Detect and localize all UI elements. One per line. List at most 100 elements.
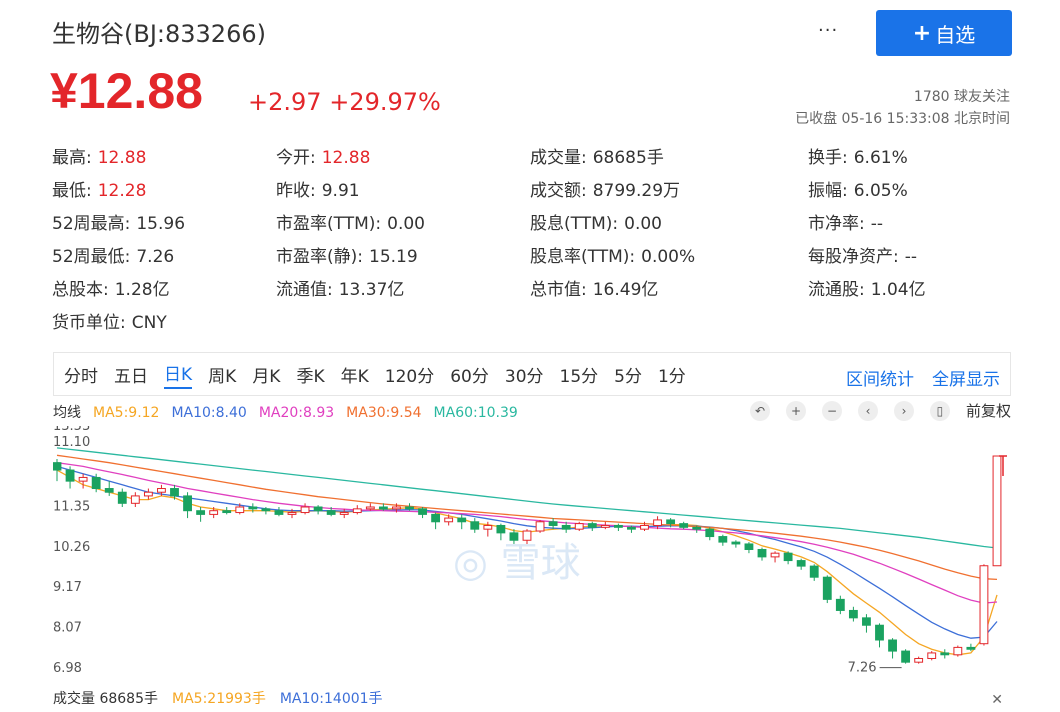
candle-body <box>862 617 871 626</box>
candle-body <box>326 510 336 515</box>
candle-body <box>744 543 754 550</box>
tab-period[interactable]: 15分 <box>560 362 599 387</box>
ma-legend-item: MA20:8.93 <box>258 405 335 421</box>
ma-legend-item: MA30:9.54 <box>346 405 422 421</box>
right-icon[interactable]: › <box>893 400 914 421</box>
quote-value: 12.28 <box>97 181 147 201</box>
quote-label: 换手: <box>808 148 848 168</box>
chart-tool-link[interactable]: 全屏显示 <box>932 365 1000 390</box>
ma-legend-item: MA10:8.40 <box>171 405 247 421</box>
candle-body <box>613 524 623 528</box>
volume-legend-item: 成交量 68685手 <box>53 691 158 707</box>
candle-body <box>705 528 715 538</box>
tab-period[interactable]: 年K <box>341 362 369 387</box>
quote-value: 1.28亿 <box>114 280 170 300</box>
candle-body <box>418 508 427 515</box>
candle-body <box>835 598 845 611</box>
candle-body <box>822 576 832 600</box>
candlestick-chart[interactable]: ◎ 雪球13.5311.1011.3510.269.178.076.98 7.26 <box>53 426 1011 696</box>
quote-value: -- <box>904 247 918 267</box>
candle-body <box>287 512 297 515</box>
quote-row: 52周最低: 7.26 市盈率(静): 15.19 股息率(TTM): 0.00% 每股净资… <box>52 242 972 275</box>
quote-cell: 股息率(TTM): 0.00% <box>530 242 695 267</box>
quote-label: 52周最高: <box>52 214 131 234</box>
ma-legend-item: 均线 <box>53 405 81 421</box>
candle-icon[interactable]: ▯ <box>929 400 950 421</box>
quote-row: 货币单位: CNY <box>52 308 972 341</box>
followers-count[interactable]: 1780 球友关注 <box>914 86 1010 106</box>
zoom-out-icon[interactable]: − <box>821 400 842 421</box>
quote-cell: 昨收: 9.91 <box>276 176 360 201</box>
candle-body <box>365 506 375 510</box>
candle-body <box>117 491 127 504</box>
quote-value: 12.88 <box>97 148 147 168</box>
candle-body <box>196 510 206 515</box>
quote-value: -- <box>870 214 884 234</box>
stock-title: 生物谷(BJ:833266) <box>52 20 266 48</box>
quote-label: 股息率(TTM): <box>530 247 636 267</box>
min-price-label: 7.26 <box>848 661 877 676</box>
tab-period[interactable]: 周K <box>208 362 236 387</box>
tab-period[interactable]: 1分 <box>658 362 686 387</box>
candle-body <box>91 476 101 490</box>
candle-body <box>574 523 584 530</box>
add-watchlist-button[interactable]: + 自选 <box>876 10 1012 56</box>
quote-cell: 52周最低: 7.26 <box>52 242 174 267</box>
tab-period[interactable]: 5分 <box>614 362 642 387</box>
add-watchlist-label: 自选 <box>935 22 976 47</box>
quote-label: 流通值: <box>276 280 333 300</box>
candle-body <box>143 491 153 497</box>
zoom-in-icon[interactable]: + <box>785 400 806 421</box>
tab-period[interactable]: 120分 <box>385 362 434 387</box>
quote-row: 52周最高: 15.96 市盈率(TTM): 0.00 股息(TTM): 0.00 市净率:… <box>52 209 972 242</box>
candle-body <box>627 526 636 530</box>
tab-period[interactable]: 日K <box>164 360 193 389</box>
quote-cell: 52周最高: 15.96 <box>52 209 185 234</box>
quote-label: 最高: <box>52 148 92 168</box>
quote-label: 市盈率(TTM): <box>276 214 382 234</box>
close-icon[interactable]: ✕ <box>991 692 1003 708</box>
candle-body <box>809 565 819 578</box>
candle-body <box>104 488 114 493</box>
quote-cell: 换手: 6.61% <box>808 143 908 168</box>
y-tick-label: 6.98 <box>53 661 82 676</box>
candle-body <box>496 524 506 534</box>
candle-body <box>940 652 950 656</box>
quote-label: 股息(TTM): <box>530 214 619 234</box>
quote-row: 总股本: 1.28亿 流通值: 13.37亿 总市值: 16.49亿 流通股: 1.04亿 <box>52 275 972 308</box>
candle-body <box>875 624 884 641</box>
more-button[interactable]: ··· <box>818 20 838 41</box>
quote-cell: 货币单位: CNY <box>52 308 167 333</box>
candle-body <box>209 510 219 515</box>
tab-period[interactable]: 五日 <box>114 362 148 387</box>
adjust-mode-toggle[interactable]: 前复权 <box>966 400 1011 421</box>
tab-period[interactable]: 季K <box>296 362 324 387</box>
candle-body <box>222 510 232 514</box>
tab-period[interactable]: 分时 <box>64 362 98 387</box>
candle-body <box>718 536 728 543</box>
candle-body <box>666 519 676 525</box>
tab-period[interactable]: 60分 <box>450 362 489 387</box>
price-change: +2.97 +29.97% <box>248 88 441 116</box>
candle-body <box>966 646 976 650</box>
candle-body <box>522 530 532 541</box>
candle-body <box>653 519 662 526</box>
quote-cell: 最低: 12.28 <box>52 176 146 201</box>
tab-period[interactable]: 30分 <box>505 362 544 387</box>
quote-value: 9.91 <box>321 181 360 201</box>
tab-period[interactable]: 月K <box>252 362 280 387</box>
candle-body <box>561 524 571 530</box>
ma-legend: 均线 MA5:9.12 MA10:8.40 MA20:8.93 MA30:9.54 MA6… <box>53 402 530 422</box>
candle-body <box>953 646 963 656</box>
candle-body <box>65 469 75 482</box>
quote-label: 总市值: <box>530 280 587 300</box>
left-icon[interactable]: ‹ <box>857 400 878 421</box>
chart-tool-link[interactable]: 区间统计 <box>846 365 914 390</box>
candle-body <box>848 609 858 619</box>
y-tick-label: 13.53 <box>53 426 90 434</box>
chart-tools: 区间统计 全屏显示 <box>846 365 1000 390</box>
quote-label: 最低: <box>52 181 92 201</box>
undo-icon[interactable]: ↶ <box>749 400 770 421</box>
candle-body <box>914 657 924 663</box>
candle-body <box>444 517 454 523</box>
